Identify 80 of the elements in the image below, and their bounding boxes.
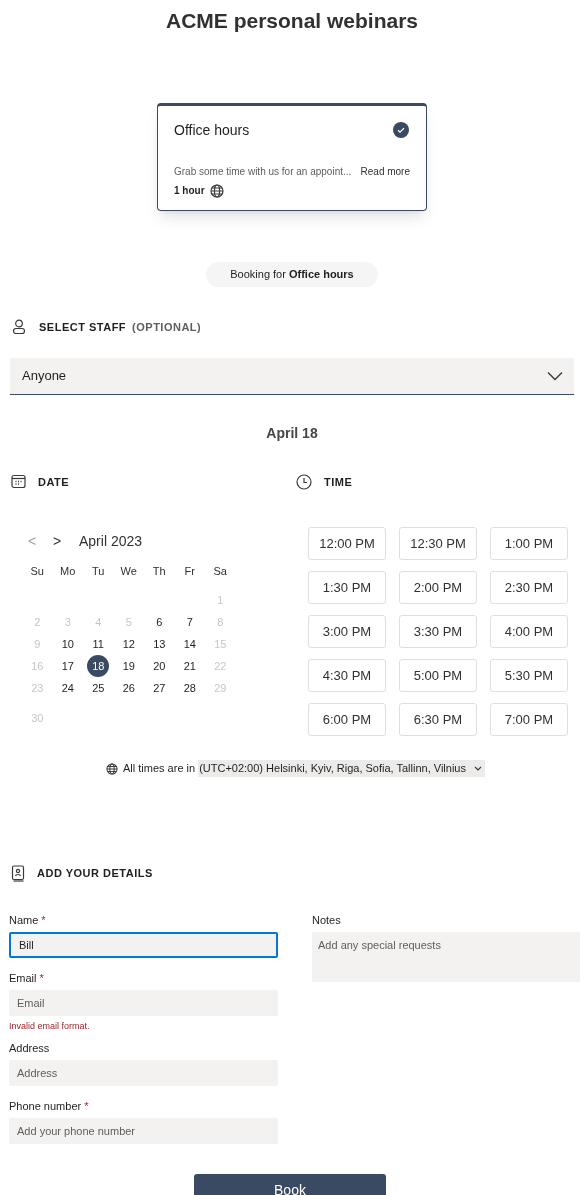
weekday-label: We (120, 563, 137, 579)
calendar-day[interactable]: 25 (87, 677, 110, 699)
section-heading: ADD YOUR DETAILS (37, 866, 153, 882)
time-slot-button[interactable]: 12:00 PM (308, 527, 386, 560)
field-label: Phone number (9, 1098, 82, 1114)
required-asterisk: * (84, 1098, 89, 1114)
service-card[interactable]: Office hours Grab some time with us for an appoint... Read more 1 hour (157, 103, 427, 211)
calendar-day[interactable]: 11 (87, 633, 110, 655)
section-heading: DATE (38, 474, 70, 490)
globe-icon (106, 762, 118, 775)
field-label: Address (9, 1040, 50, 1056)
input-field[interactable]: Bill (9, 932, 278, 958)
calendar-day[interactable]: 18 (87, 655, 110, 677)
time-slot-button[interactable]: 7:00 PM (490, 703, 568, 736)
calendar-day[interactable]: 10 (56, 633, 79, 655)
section-heading: TIME (324, 474, 353, 490)
required-asterisk: * (39, 971, 44, 987)
time-slot-button[interactable]: 2:30 PM (490, 571, 568, 604)
selected-date: April 18 (266, 423, 318, 443)
calendar-day[interactable]: 21 (178, 655, 201, 677)
input-field[interactable]: Email (9, 990, 278, 1016)
chevron-down-icon (547, 370, 563, 381)
time-slot-button[interactable]: 5:00 PM (399, 659, 477, 692)
input-field[interactable]: Add your phone number (9, 1117, 278, 1144)
duration-text: 1 hour (174, 184, 205, 198)
time-slot-button[interactable]: 3:30 PM (399, 615, 477, 648)
time-slot-button[interactable]: 1:00 PM (490, 527, 568, 560)
calendar-day[interactable]: 19 (117, 655, 140, 677)
time-slot-button[interactable]: 2:00 PM (399, 571, 477, 604)
booking-for-label: Booking for Office hours (206, 262, 378, 287)
calendar-icon (11, 474, 26, 490)
calendar-day[interactable]: 28 (178, 677, 201, 699)
month-label: April 2023 (79, 531, 143, 551)
calendar-day[interactable]: 12 (117, 633, 140, 655)
weekday-label: Tu (92, 563, 105, 579)
time-slot-button[interactable]: 6:00 PM (308, 703, 386, 736)
calendar-day[interactable]: 27 (148, 677, 171, 699)
error-message: Invalid email format. (9, 1020, 91, 1033)
time-slot-button[interactable]: 4:00 PM (490, 615, 568, 648)
field-label: Notes (312, 913, 341, 929)
weekday-label: Fr (184, 563, 195, 579)
weekday-label: Sa (213, 563, 227, 579)
staff-dropdown[interactable]: Anyone (10, 357, 574, 395)
service-description: Grab some time with us for an appoint... (174, 165, 352, 179)
calendar-day[interactable]: 14 (178, 633, 201, 655)
weekday-label: Su (30, 563, 44, 579)
calendar-day[interactable]: 7 (178, 611, 201, 633)
calendar-day[interactable]: 20 (148, 655, 171, 677)
field-label: Name (9, 913, 39, 929)
next-month-button[interactable]: > (53, 530, 79, 552)
calendar-day[interactable]: 26 (117, 677, 140, 699)
calendar-day[interactable]: 6 (148, 611, 171, 633)
optional-label: (OPTIONAL) (132, 320, 202, 335)
timezone-label: All times are in (123, 761, 196, 777)
book-button[interactable]: Book (194, 1173, 386, 1195)
field-label: Email (9, 971, 37, 987)
read-more-link[interactable]: Read more (360, 164, 410, 179)
weekday-label: Mo (60, 563, 76, 579)
person-icon (11, 319, 27, 336)
page-title: ACME personal webinars (165, 8, 419, 34)
service-name: Office hours (174, 121, 250, 140)
input-field[interactable]: Address (9, 1059, 278, 1086)
time-slot-button[interactable]: 4:30 PM (308, 659, 386, 692)
section-heading: SELECT STAFF (39, 320, 127, 335)
time-slot-button[interactable]: 1:30 PM (308, 571, 386, 604)
weekday-label: Th (152, 563, 166, 579)
calendar-day[interactable]: 17 (56, 655, 79, 677)
notes-field[interactable]: Add any special requests (312, 932, 580, 982)
timezone-dropdown[interactable]: (UTC+02:00) Helsinki, Kyiv, Riga, Sofia, Tallinn, Vilnius (198, 760, 485, 777)
globe-icon (209, 183, 224, 198)
calendar-day[interactable]: 13 (148, 633, 171, 655)
required-asterisk: * (41, 913, 46, 929)
calendar-day[interactable]: 24 (56, 677, 79, 699)
time-slot-button[interactable]: 5:30 PM (490, 659, 568, 692)
time-slot-button[interactable]: 6:30 PM (399, 703, 477, 736)
chevron-down-icon (474, 766, 482, 771)
time-slot-button[interactable]: 12:30 PM (399, 527, 477, 560)
time-slot-button[interactable]: 3:00 PM (308, 615, 386, 648)
clock-icon (296, 473, 312, 490)
contact-book-icon (11, 865, 25, 882)
